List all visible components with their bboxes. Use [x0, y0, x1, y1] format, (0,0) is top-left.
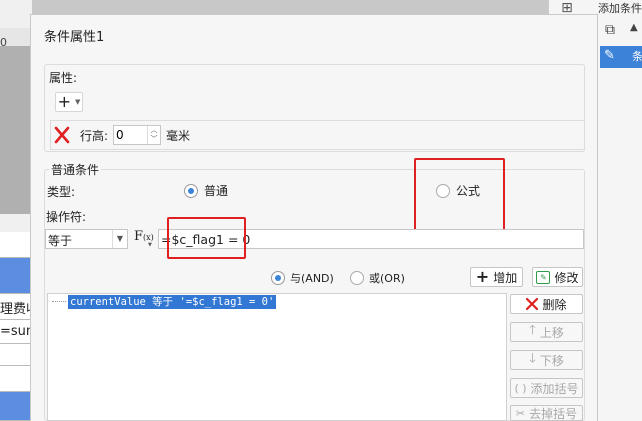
remove-bracket-icon: ✂: [515, 406, 526, 420]
chevron-down-icon: ▼: [148, 242, 152, 248]
close-icon: [54, 126, 70, 144]
cell-text: 理费收: [0, 302, 32, 317]
radio-selected-icon: [271, 271, 285, 285]
delete-label: 删除: [542, 297, 567, 312]
formula-value-highlight-box: [167, 217, 246, 259]
remove-attribute-icon[interactable]: [52, 126, 72, 144]
delete-button[interactable]: 删除: [510, 294, 583, 314]
plus-icon: +: [57, 92, 71, 111]
type-label: 类型:: [47, 185, 76, 199]
move-down-button[interactable]: 🡓 下移: [510, 350, 583, 370]
add-condition-label: 增加: [493, 270, 518, 285]
condition-list[interactable]: [47, 293, 507, 421]
add-condition-button[interactable]: + 增加: [470, 267, 523, 287]
sheet-cell-selected[interactable]: [0, 392, 32, 421]
remove-bracket-button[interactable]: ✂ 去掉括号: [510, 405, 583, 421]
copy-icon[interactable]: ⧉: [605, 22, 623, 40]
bracket-icon: ( ): [514, 381, 527, 395]
logic-and-label: 与(AND): [290, 272, 334, 285]
remove-bracket-label: 去掉括号: [529, 406, 578, 421]
row-height-unit: 毫米: [166, 129, 191, 143]
formula-highlight-box: [414, 158, 505, 234]
chevron-down-icon[interactable]: ▼: [112, 230, 127, 248]
panel-row-text: 条: [632, 50, 642, 63]
condition-list-item[interactable]: currentValue 等于 '=$c_flag1 = 0': [68, 295, 277, 309]
attributes-group-title: 属性:: [49, 71, 78, 85]
plus-icon: +: [475, 267, 490, 286]
pencil-icon[interactable]: ✎: [604, 48, 622, 66]
add-bracket-button[interactable]: ( ) 添加括号: [510, 378, 583, 398]
up-arrow-icon[interactable]: ▲: [630, 22, 642, 40]
grid-icon[interactable]: ⊞: [556, 0, 578, 16]
type-radio-normal-label: 普通: [204, 184, 229, 198]
row-height-label: 行高:: [80, 129, 109, 143]
edit-condition-button[interactable]: ✎ 修改: [532, 267, 583, 287]
logic-radio-and[interactable]: 与(AND): [271, 270, 334, 286]
arrow-up-icon: 🡑: [529, 323, 536, 338]
sheet-cell[interactable]: [0, 366, 32, 392]
operator-select-value: 等于: [48, 234, 73, 248]
dialog-title: 条件属性1: [44, 30, 105, 45]
sheet-cell[interactable]: 理费收: [0, 294, 32, 320]
row-height-stepper[interactable]: ︿﹀: [113, 125, 161, 145]
logic-or-label: 或(OR): [369, 272, 405, 285]
radio-unselected-icon: [350, 271, 364, 285]
close-icon: [526, 298, 539, 310]
tree-line: [52, 301, 66, 302]
stepper-arrows[interactable]: ︿ ﹀: [147, 126, 160, 144]
edit-icon: ✎: [536, 270, 551, 284]
panel-title: 添加条件: [598, 2, 642, 15]
move-up-label: 上移: [539, 325, 564, 340]
move-down-label: 下移: [539, 353, 564, 368]
move-up-button[interactable]: 🡑 上移: [510, 322, 583, 342]
formula-editor-button[interactable]: F(x) ▼: [134, 229, 156, 249]
radio-selected-icon: [184, 183, 198, 198]
add-attribute-button[interactable]: + ▼: [55, 92, 83, 112]
canvas-area: [0, 46, 32, 214]
edit-condition-label: 修改: [554, 270, 579, 285]
row-height-input[interactable]: [116, 127, 146, 143]
type-radio-normal[interactable]: 普通: [184, 182, 228, 199]
chevron-down-icon: ▼: [75, 98, 81, 106]
sheet-cell[interactable]: =sum: [0, 320, 32, 344]
normal-condition-title: 普通条件: [49, 161, 102, 178]
arrow-down-icon: 🡓: [529, 351, 536, 366]
cell-text: =sum: [0, 324, 32, 339]
operator-label: 操作符:: [46, 210, 87, 224]
sheet-cell[interactable]: [0, 344, 32, 366]
add-bracket-label: 添加括号: [530, 381, 579, 396]
ruler: 0: [0, 28, 32, 49]
fx-icon-sub: (x): [143, 233, 154, 242]
fx-icon: F: [134, 229, 144, 244]
sheet-cell[interactable]: [0, 232, 32, 258]
operator-select[interactable]: 等于 ▼: [45, 229, 128, 249]
sheet-cell-selected[interactable]: [0, 258, 32, 294]
logic-radio-or[interactable]: 或(OR): [350, 270, 405, 286]
